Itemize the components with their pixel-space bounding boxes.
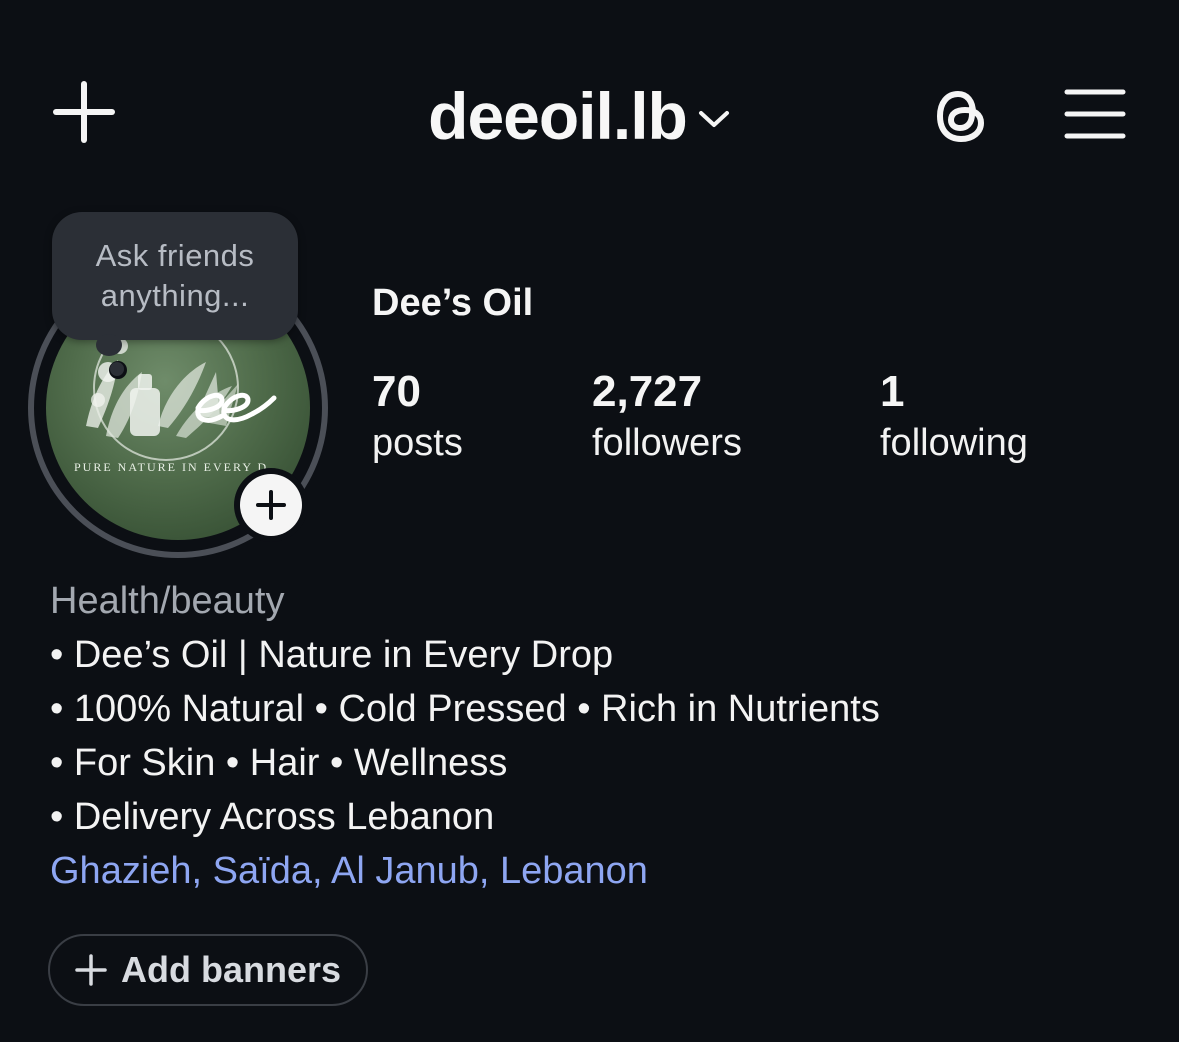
stat-value: 1 [880,367,905,416]
bio-line: • For Skin • Hair • Wellness [50,742,508,784]
display-name: Dee’s Oil [372,282,534,324]
avatar-tagline: PURE NATURE IN EVERY D [74,460,269,474]
chevron-down-icon[interactable] [697,108,731,130]
note-bubble-tail [96,334,122,356]
add-banners-label: Add banners [120,949,342,990]
stat-value: 70 [372,367,421,416]
add-story-badge [240,474,302,536]
hamburger-menu-icon [1064,89,1126,139]
bio-line: • Dee’s Oil | Nature in Every Drop [50,634,614,676]
add-story-button[interactable] [234,468,308,542]
note-bubble-tail-small [110,362,124,376]
account-switcher[interactable]: deeoil.lb [0,78,1179,154]
plus-icon [75,954,107,986]
stat-label: following [880,422,1028,464]
note-placeholder: Ask friends anything... [95,238,255,313]
note-bubble[interactable]: Ask friends anything... [52,212,298,340]
stat-followers[interactable]: 2,727 followers [592,366,742,468]
top-bar: deeoil.lb [0,60,1179,170]
menu-button[interactable] [1060,84,1130,144]
threads-icon [937,91,984,142]
plus-icon [256,490,286,520]
bio-line: • Delivery Across Lebanon [50,796,495,838]
stat-label: followers [592,422,742,464]
bio-line: • 100% Natural • Cold Pressed • Rich in … [50,688,880,730]
stat-value: 2,727 [592,367,703,416]
add-banners-button[interactable]: Add banners [48,934,368,1006]
threads-button[interactable] [926,80,998,152]
stat-posts[interactable]: 70 posts [372,366,463,468]
bio: Health/beauty • Dee’s Oil | Nature in Ev… [50,574,880,898]
username-title[interactable]: deeoil.lb [428,78,688,154]
bio-category: Health/beauty [50,580,285,622]
stat-following[interactable]: 1 following [880,366,1028,468]
stat-label: posts [372,422,463,464]
bio-location-link[interactable]: Ghazieh, Saïda, Al Janub, Lebanon [50,844,880,898]
